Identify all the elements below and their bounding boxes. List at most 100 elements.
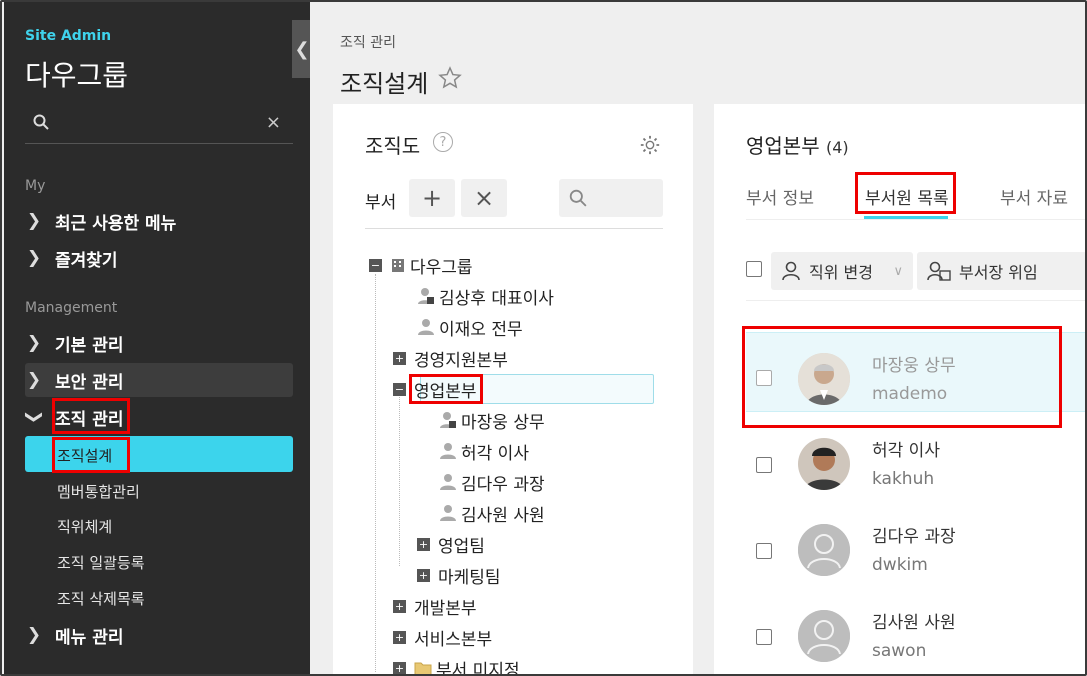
tree-member[interactable]: 김다우 과장 — [439, 469, 545, 495]
tree-node-team[interactable]: + 마케팅팀 — [417, 562, 501, 588]
dept-panel: 영업본부 (4) 부서 정보 부서원 목록 부서 자료 직위 변경 ∨ 부서장 … — [714, 104, 1085, 674]
main-content: 조직 관리 조직설계 조직도 ? 부서 + × − 다우그룹 김상후 대표이사 … — [310, 2, 1085, 674]
site-admin-label: Site Admin — [25, 28, 112, 44]
divider — [365, 228, 663, 229]
member-checkbox[interactable] — [756, 629, 772, 645]
collapse-sidebar-button[interactable]: ❮ — [292, 20, 312, 78]
tree-search-input[interactable] — [559, 179, 663, 217]
breadcrumb: 조직 관리 — [340, 35, 396, 51]
person-icon — [439, 504, 457, 522]
sub-item-deleted-list[interactable]: 조직 삭제목록 — [57, 588, 145, 609]
expand-toggle-icon[interactable]: + — [417, 568, 430, 582]
tree-guide-line — [399, 394, 400, 566]
member-row-selected[interactable]: 마장웅 상무 mademo — [746, 332, 1085, 412]
member-id: mademo — [872, 384, 948, 404]
sub-item-org-design[interactable]: 조직설계 — [57, 445, 112, 466]
change-position-button[interactable]: 직위 변경 ∨ — [771, 252, 913, 290]
app-window: Site Admin 다우그룹 × My ❯ 최근 사용한 메뉴 ❯ 즐겨찾기 Ma… — [0, 0, 1087, 676]
expand-toggle-icon[interactable]: + — [417, 537, 430, 551]
expand-toggle-icon[interactable]: + — [393, 599, 406, 613]
tree-member[interactable]: 김상후 대표이사 — [417, 283, 554, 309]
remove-dept-button[interactable]: × — [461, 179, 507, 217]
member-id: sawon — [872, 641, 927, 661]
folder-icon — [414, 660, 432, 674]
chevron-left-icon: ❮ — [294, 38, 310, 60]
chevron-right-icon: ❯ — [26, 248, 42, 268]
member-name: 김다우 과장 — [872, 527, 956, 547]
menu-basic[interactable]: ❯ 기본 관리 — [25, 326, 293, 360]
expand-toggle-icon[interactable]: + — [393, 630, 406, 644]
org-tree-panel: 조직도 ? 부서 + × − 다우그룹 김상후 대표이사 이재오 전무 + 경영… — [333, 104, 693, 674]
menu-recent[interactable]: ❯ 최근 사용한 메뉴 — [25, 204, 293, 238]
expand-toggle-icon[interactable]: + — [393, 351, 406, 365]
menu-security[interactable]: ❯ 보안 관리 — [25, 363, 293, 397]
tab-dept-info[interactable]: 부서 정보 — [746, 184, 814, 209]
help-icon[interactable]: ? — [433, 132, 453, 152]
tree-guide-line — [375, 274, 376, 672]
person-icon — [417, 318, 435, 336]
section-my: My — [25, 178, 46, 194]
member-checkbox[interactable] — [756, 457, 772, 473]
sub-item-member-mgmt[interactable]: 멤버통합관리 — [57, 481, 140, 502]
member-row[interactable]: 허각 이사 kakhuh — [746, 430, 1085, 510]
add-dept-button[interactable]: + — [409, 179, 455, 217]
collapse-toggle-icon[interactable]: − — [369, 258, 382, 272]
person-icon — [782, 261, 800, 281]
menu-search-input[interactable]: × — [25, 106, 293, 144]
select-all-checkbox[interactable] — [746, 261, 762, 277]
search-icon — [569, 189, 587, 207]
member-row[interactable]: 김사원 사원 sawon — [746, 602, 1085, 674]
section-management: Management — [25, 300, 118, 316]
tab-member-list[interactable]: 부서원 목록 — [865, 184, 949, 209]
member-id: kakhuh — [872, 469, 935, 489]
chevron-right-icon: ❯ — [26, 211, 42, 231]
member-name: 마장웅 상무 — [872, 356, 956, 376]
member-checkbox[interactable] — [756, 370, 772, 386]
expand-toggle-icon[interactable]: + — [393, 661, 406, 674]
tree-member[interactable]: 마장웅 상무 — [439, 407, 545, 433]
member-row[interactable]: 김다우 과장 dwkim — [746, 516, 1085, 596]
page-title: 조직설계 — [340, 70, 429, 98]
avatar — [798, 353, 850, 405]
member-id: dwkim — [872, 555, 928, 575]
menu-favorites[interactable]: ❯ 즐겨찾기 — [25, 241, 293, 275]
member-name: 허각 이사 — [872, 441, 940, 461]
divider — [746, 219, 1085, 220]
chevron-right-icon: ❯ — [26, 370, 42, 390]
collapse-toggle-icon[interactable]: − — [393, 382, 406, 396]
person-icon — [417, 287, 435, 305]
company-name: 다우그룹 — [25, 59, 129, 92]
tree-member[interactable]: 허각 이사 — [439, 438, 529, 464]
gear-icon[interactable] — [639, 134, 661, 156]
tab-dept-files[interactable]: 부서 자료 — [1000, 184, 1068, 209]
clear-search-icon[interactable]: × — [266, 112, 281, 133]
chevron-right-icon: ❯ — [26, 333, 42, 353]
tree-node-dept[interactable]: + 서비스본부 — [393, 624, 492, 650]
dept-title: 영업본부 (4) — [746, 134, 849, 158]
tree-member[interactable]: 김사원 사원 — [439, 500, 545, 526]
star-icon[interactable] — [438, 66, 462, 90]
chevron-down-icon: ∨ — [893, 263, 903, 279]
tree-node-dept[interactable]: + 경영지원본부 — [393, 345, 508, 371]
tree-node-unassigned[interactable]: + 부서 미지정 — [393, 655, 520, 674]
sub-item-position[interactable]: 직위체계 — [57, 516, 112, 537]
chevron-right-icon: ❯ — [26, 625, 42, 645]
avatar — [798, 438, 850, 490]
tree-member[interactable]: 이재오 전무 — [417, 314, 523, 340]
tree-node-dept-selected[interactable]: − 영업본부 — [393, 376, 477, 402]
tree-node-root[interactable]: − 다우그룹 — [369, 252, 473, 278]
tree-node-team[interactable]: + 영업팀 — [417, 531, 485, 557]
menu-menu-mgmt[interactable]: ❯ 메뉴 관리 — [25, 618, 293, 652]
person-icon — [439, 442, 457, 460]
member-checkbox[interactable] — [756, 543, 772, 559]
sub-item-bulk-register[interactable]: 조직 일괄등록 — [57, 552, 145, 573]
tree-node-dept[interactable]: + 개발본부 — [393, 593, 477, 619]
person-manager-icon — [927, 261, 951, 281]
default-avatar-icon — [798, 610, 850, 662]
org-tree-title: 조직도 — [365, 134, 421, 158]
delegate-head-button[interactable]: 부서장 위임 — [917, 252, 1085, 290]
menu-org[interactable]: ❯ 조직 관리 — [24, 400, 293, 434]
sidebar: Site Admin 다우그룹 × My ❯ 최근 사용한 메뉴 ❯ 즐겨찾기 Ma… — [4, 2, 310, 674]
chevron-down-icon: ❯ — [24, 409, 44, 425]
person-icon — [439, 473, 457, 491]
